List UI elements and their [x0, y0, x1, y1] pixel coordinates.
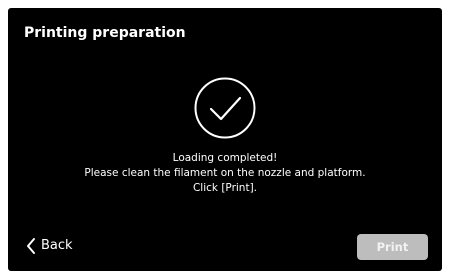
check-circle-icon: [194, 77, 256, 139]
status-line-loading-completed: Loading completed!: [172, 152, 278, 164]
page-title: Printing preparation: [24, 25, 186, 41]
back-button[interactable]: Back: [25, 235, 73, 257]
status-line-click-print: Click [Print].: [192, 182, 258, 194]
status-message: Loading completed! Please clean the fila…: [8, 151, 442, 196]
back-label: Back: [41, 238, 73, 253]
print-button[interactable]: Print: [357, 234, 428, 260]
chevron-left-icon: [27, 238, 35, 254]
status-line-clean-instruction: Please clean the filament on the nozzle …: [84, 167, 366, 179]
printing-preparation-screen: Printing preparation Loading completed! …: [8, 8, 442, 271]
